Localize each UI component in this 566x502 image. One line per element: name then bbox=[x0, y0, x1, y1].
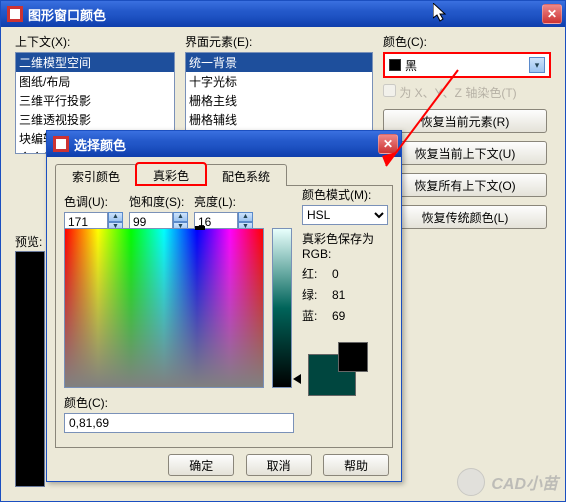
list-item[interactable]: 二维模型空间 bbox=[16, 53, 174, 72]
restore-context-button[interactable]: 恢复当前上下文(U) bbox=[383, 141, 547, 165]
list-item[interactable]: 十字光标 bbox=[186, 72, 372, 91]
color-swatch-icon bbox=[389, 59, 401, 71]
child-title: 选择颜色 bbox=[74, 135, 378, 154]
list-item[interactable]: 统一背景 bbox=[186, 53, 372, 72]
swatch-area bbox=[308, 342, 384, 398]
color-mode-select[interactable]: HSL bbox=[302, 205, 388, 225]
tab-body: 色调(U): ▲▼ 饱和度(S): ▲▼ 亮度(L): ▲▼ 颜色模式(M): bbox=[55, 186, 393, 448]
list-item[interactable]: 三维透视投影 bbox=[16, 110, 174, 129]
color-label: 颜色(C): bbox=[383, 33, 551, 50]
mode-label: 颜色模式(M): bbox=[302, 186, 388, 203]
tint-checkbox[interactable]: 为 X、Y、Z 轴染色(T) bbox=[383, 84, 551, 101]
watermark: CAD小苗 bbox=[457, 468, 558, 496]
cancel-button[interactable]: 取消 bbox=[246, 454, 312, 476]
main-close-button[interactable]: ✕ bbox=[542, 4, 562, 24]
restore-all-context-button[interactable]: 恢复所有上下文(O) bbox=[383, 173, 547, 197]
hue-label: 色调(U): bbox=[64, 193, 123, 210]
restore-element-button[interactable]: 恢复当前元素(R) bbox=[383, 109, 547, 133]
lum-label: 亮度(L): bbox=[194, 193, 253, 210]
elements-label: 界面元素(E): bbox=[185, 33, 373, 50]
list-item[interactable]: 三维平行投影 bbox=[16, 91, 174, 110]
context-label: 上下文(X): bbox=[15, 33, 175, 50]
chevron-down-icon: ▾ bbox=[529, 57, 545, 73]
tab-index-color[interactable]: 索引颜色 bbox=[55, 164, 137, 186]
color-field-input[interactable] bbox=[64, 413, 294, 433]
color-combobox[interactable]: 黑 ▾ bbox=[383, 52, 551, 78]
luminance-strip[interactable] bbox=[272, 228, 292, 388]
preview-label: 预览: bbox=[15, 233, 42, 250]
restore-classic-button[interactable]: 恢复传统颜色(L) bbox=[383, 205, 547, 229]
child-titlebar: 选择颜色 ✕ bbox=[47, 131, 401, 157]
list-item[interactable]: 图纸/布局 bbox=[16, 72, 174, 91]
color-tabs: 索引颜色 真彩色 配色系统 bbox=[55, 163, 393, 186]
luminance-marker-icon bbox=[293, 374, 301, 384]
app-icon bbox=[7, 6, 23, 22]
list-item[interactable]: 栅格主线 bbox=[186, 91, 372, 110]
color-value: 黑 bbox=[405, 57, 417, 74]
tab-true-color[interactable]: 真彩色 bbox=[136, 163, 206, 185]
rgb-readout: 真彩色保存为RGB: 红:0 绿:81 蓝:69 bbox=[302, 230, 388, 324]
color-field-label: 颜色(C): bbox=[64, 394, 294, 411]
preview-box bbox=[15, 251, 45, 487]
child-close-button[interactable]: ✕ bbox=[378, 134, 398, 154]
app-icon bbox=[53, 136, 69, 152]
hue-marker-icon bbox=[195, 226, 205, 230]
hue-sat-panel[interactable] bbox=[64, 228, 264, 388]
ok-button[interactable]: 确定 bbox=[168, 454, 234, 476]
main-title: 图形窗口颜色 bbox=[28, 5, 542, 24]
list-item[interactable]: 栅格辅线 bbox=[186, 110, 372, 129]
old-color-swatch bbox=[338, 342, 368, 372]
main-titlebar: 图形窗口颜色 ✕ bbox=[1, 1, 565, 27]
tab-color-books[interactable]: 配色系统 bbox=[205, 164, 287, 186]
sat-label: 饱和度(S): bbox=[129, 193, 188, 210]
help-button[interactable]: 帮助 bbox=[323, 454, 389, 476]
wechat-icon bbox=[457, 468, 485, 496]
select-color-dialog: 选择颜色 ✕ 索引颜色 真彩色 配色系统 色调(U): ▲▼ 饱和度(S): ▲… bbox=[46, 130, 402, 482]
